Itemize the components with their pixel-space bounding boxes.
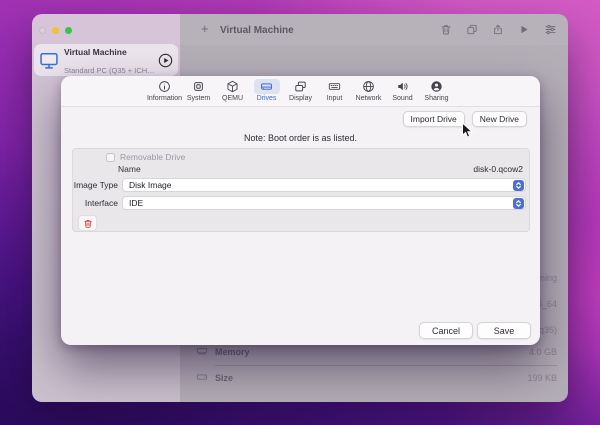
run-vm-button[interactable] xyxy=(158,53,173,68)
tab-label: Drives xyxy=(257,95,277,102)
memory-value: 4.0 GB xyxy=(529,347,557,357)
save-button[interactable]: Save xyxy=(477,322,531,339)
share-icon[interactable] xyxy=(492,23,504,36)
vm-item-title: Virtual Machine xyxy=(64,47,127,57)
tab-system[interactable]: System xyxy=(182,79,216,106)
minimize-window-button[interactable] xyxy=(52,27,59,34)
drive-name-row: Name disk-0.qcow2 xyxy=(118,164,523,174)
interface-label: Interface xyxy=(73,198,118,208)
memory-label: Memory xyxy=(215,347,250,357)
tab-drives[interactable]: Drives xyxy=(250,79,284,106)
new-vm-button[interactable]: + xyxy=(201,22,209,35)
desktop: Virtual Machine Standard PC (Q35 + ICH… … xyxy=(0,0,600,425)
speaker-icon xyxy=(390,79,416,94)
tab-input[interactable]: Input xyxy=(318,79,352,106)
keyboard-icon xyxy=(322,79,348,94)
image-type-label: Image Type xyxy=(73,180,118,190)
trash-icon xyxy=(83,218,93,229)
import-drive-button[interactable]: Import Drive xyxy=(403,111,465,127)
windows-icon xyxy=(288,79,314,94)
play-icon[interactable] xyxy=(518,23,530,36)
vm-list-item[interactable]: Virtual Machine Standard PC (Q35 + ICH… xyxy=(34,44,178,76)
tab-label: Information xyxy=(147,95,182,102)
tab-information[interactable]: Information xyxy=(148,79,182,106)
tab-qemu[interactable]: QEMU xyxy=(216,79,250,106)
size-icon xyxy=(196,371,208,383)
window-title: Virtual Machine xyxy=(220,25,294,36)
tab-sound[interactable]: Sound xyxy=(386,79,420,106)
vm-item-text: Virtual Machine Standard PC (Q35 + ICH… xyxy=(64,42,158,78)
removable-drive-label: Removable Drive xyxy=(120,152,185,162)
traffic-lights xyxy=(39,27,72,34)
chip-icon xyxy=(186,79,212,94)
vm-settings-dialog: Information System QEMU xyxy=(61,76,540,345)
toolbar-icons xyxy=(440,23,557,36)
interface-select[interactable]: IDE xyxy=(122,196,526,210)
tab-label: Sharing xyxy=(424,95,448,102)
window-toolbar: + Virtual Machine xyxy=(180,14,568,45)
globe-icon xyxy=(356,79,382,94)
interface-value: IDE xyxy=(129,198,143,208)
removable-drive-row: Removable Drive xyxy=(106,152,185,162)
image-type-select[interactable]: Disk Image xyxy=(122,178,526,192)
information-icon xyxy=(152,79,178,94)
memory-icon xyxy=(196,345,208,357)
stepper-icon xyxy=(513,180,524,191)
monitor-icon xyxy=(39,52,59,69)
delete-vm-icon[interactable] xyxy=(440,23,452,36)
toolbar-settings-icon[interactable] xyxy=(544,23,557,36)
removable-drive-checkbox[interactable] xyxy=(106,153,115,162)
cube-icon xyxy=(220,79,246,94)
tab-label: Network xyxy=(356,95,382,102)
image-type-row: Image Type Disk Image xyxy=(73,178,526,192)
close-window-button[interactable] xyxy=(39,27,46,34)
clone-vm-icon[interactable] xyxy=(466,23,478,36)
mouse-cursor xyxy=(461,122,473,140)
tab-network[interactable]: Network xyxy=(352,79,386,106)
tab-display[interactable]: Display xyxy=(284,79,318,106)
tab-label: QEMU xyxy=(222,95,243,102)
size-label: Size xyxy=(215,373,233,383)
new-drive-button[interactable]: New Drive xyxy=(472,111,527,127)
interface-row: Interface IDE xyxy=(73,196,526,210)
vm-item-subtitle: Standard PC (Q35 + ICH… xyxy=(64,66,155,75)
drive-panel: Removable Drive Name disk-0.qcow2 Image … xyxy=(72,148,530,232)
tab-label: Sound xyxy=(392,95,412,102)
row-divider xyxy=(215,365,557,366)
stepper-icon xyxy=(513,198,524,209)
settings-tabbar: Information System QEMU xyxy=(61,76,540,107)
size-value: 199 KB xyxy=(527,373,557,383)
name-header: Name xyxy=(118,164,141,174)
image-type-value: Disk Image xyxy=(129,180,172,190)
zoom-window-button[interactable] xyxy=(65,27,72,34)
tab-label: Input xyxy=(327,95,343,102)
drive-name-value: disk-0.qcow2 xyxy=(473,164,523,174)
tab-sharing[interactable]: Sharing xyxy=(420,79,454,106)
tab-label: System xyxy=(187,95,210,102)
tab-label: Display xyxy=(289,95,312,102)
drive-icon xyxy=(254,79,280,94)
delete-drive-button[interactable] xyxy=(78,215,97,231)
cancel-button[interactable]: Cancel xyxy=(419,322,473,339)
person-circle-icon xyxy=(424,79,450,94)
